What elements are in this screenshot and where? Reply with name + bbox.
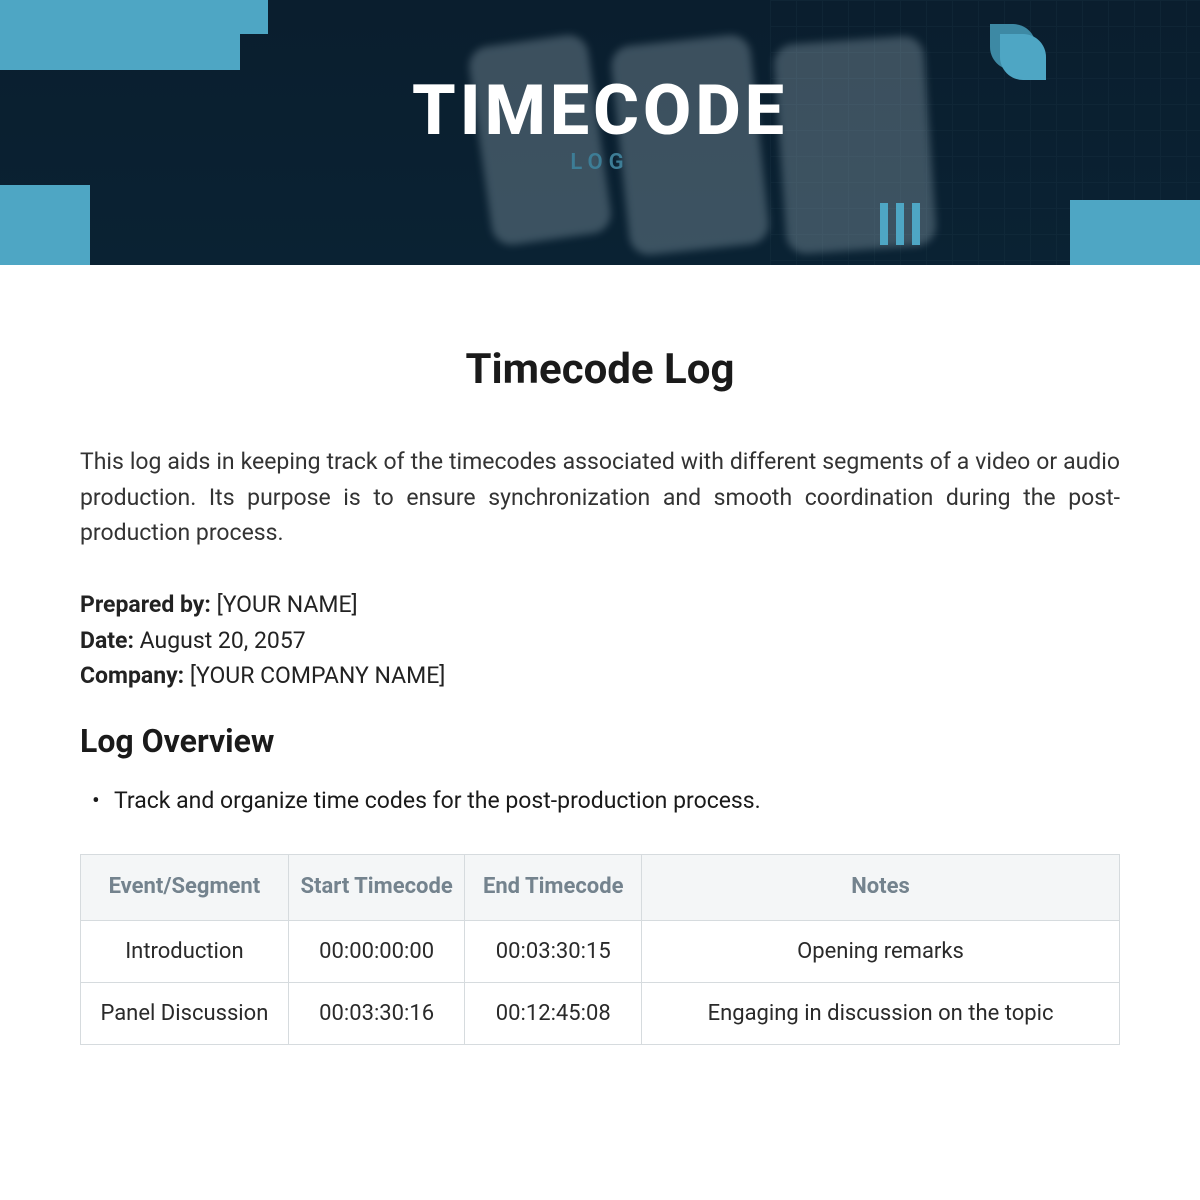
cell-end: 00:12:45:08 [465,982,642,1044]
timecode-table: Event/Segment Start Timecode End Timecod… [80,854,1120,1045]
decor-bars [880,203,920,245]
table-row: Introduction 00:00:00:00 00:03:30:15 Ope… [81,920,1120,982]
hero-banner: TIMECODE LOG [0,0,1200,265]
cell-start: 00:00:00:00 [288,920,465,982]
th-notes: Notes [642,855,1120,921]
meta-company: Company: [YOUR COMPANY NAME] [80,658,1120,694]
th-event: Event/Segment [81,855,289,921]
meta-date-value: August 20, 2057 [140,627,306,654]
decor-rect [0,185,90,265]
hero-subtitle: LOG [0,150,1200,175]
meta-company-label: Company: [80,662,184,689]
th-end: End Timecode [465,855,642,921]
th-start: Start Timecode [288,855,465,921]
cell-notes: Engaging in discussion on the topic [642,982,1120,1044]
meta-prepared-by-label: Prepared by: [80,591,211,618]
cell-event: Panel Discussion [81,982,289,1044]
page-title: Timecode Log [80,345,1120,394]
cell-end: 00:03:30:15 [465,920,642,982]
meta-prepared-by: Prepared by: [YOUR NAME] [80,587,1120,623]
cell-start: 00:03:30:16 [288,982,465,1044]
decor-rect [240,0,268,34]
hero-title: TIMECODE [0,70,1200,152]
meta-prepared-by-value: [YOUR NAME] [217,591,358,618]
table-row: Panel Discussion 00:03:30:16 00:12:45:08… [81,982,1120,1044]
document-body: Timecode Log This log aids in keeping tr… [0,265,1200,1045]
overview-heading: Log Overview [80,722,1120,760]
table-header-row: Event/Segment Start Timecode End Timecod… [81,855,1120,921]
overview-bullet: Track and organize time codes for the po… [80,784,1120,819]
intro-paragraph: This log aids in keeping track of the ti… [80,444,1120,551]
meta-date-label: Date: [80,627,134,654]
meta-company-value: [YOUR COMPANY NAME] [190,662,446,689]
meta-date: Date: August 20, 2057 [80,623,1120,659]
cell-notes: Opening remarks [642,920,1120,982]
cell-event: Introduction [81,920,289,982]
decor-rect [1070,200,1200,265]
decor-rect [0,0,240,70]
